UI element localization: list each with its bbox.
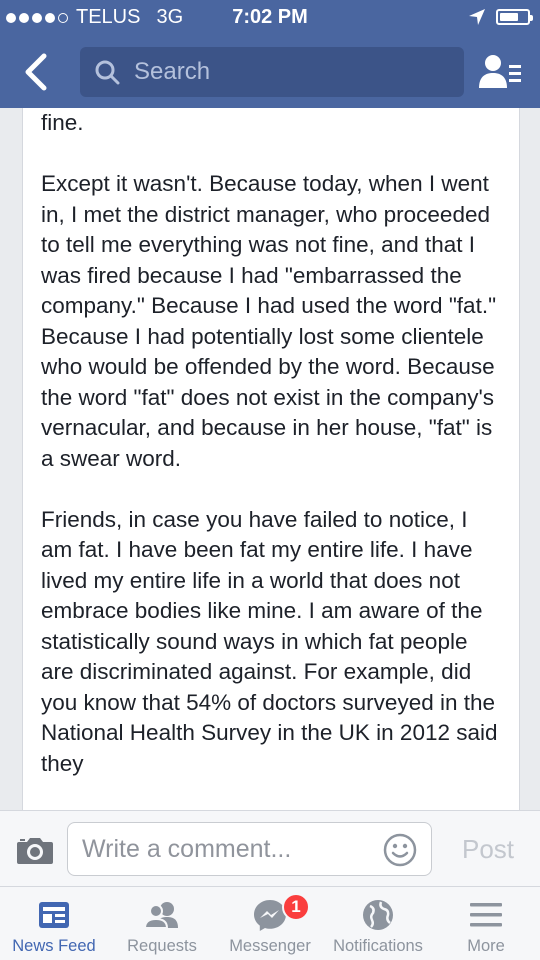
tab-messenger[interactable]: 1 Messenger (216, 887, 324, 960)
facebook-app: TELUS 3G 7:02 PM Search fine. Except it … (0, 0, 540, 960)
search-bar[interactable] (80, 47, 464, 97)
camera-icon[interactable] (16, 835, 54, 865)
post-text: fine. Except it wasn't. Because today, w… (23, 108, 519, 779)
smiley-icon[interactable] (383, 833, 417, 867)
location-arrow-icon (469, 9, 485, 25)
notification-badge: 1 (282, 893, 310, 921)
tab-label: More (467, 937, 505, 955)
clock: 7:02 PM (232, 6, 308, 28)
tab-label: Notifications (333, 937, 423, 955)
status-bar: TELUS 3G 7:02 PM (0, 0, 540, 36)
friends-list-icon[interactable] (478, 52, 522, 92)
status-icons (468, 8, 533, 26)
friend-requests-icon (142, 897, 182, 933)
post-paragraph: Friends, in case you have failed to noti… (41, 506, 498, 776)
tab-more[interactable]: More (432, 887, 540, 960)
globe-icon (358, 897, 398, 933)
post-paragraph: fine. (41, 110, 84, 135)
top-bar: TELUS 3G 7:02 PM (0, 0, 540, 108)
battery-icon (496, 9, 533, 25)
menu-icon (466, 897, 506, 933)
tab-notifications[interactable]: Notifications (324, 887, 432, 960)
post-body: fine. Except it wasn't. Because today, w… (22, 108, 520, 810)
tab-requests[interactable]: Requests (108, 887, 216, 960)
comment-input[interactable] (82, 833, 372, 865)
tab-label: Requests (127, 937, 197, 955)
nav-row (0, 44, 540, 100)
chevron-left-icon[interactable] (14, 50, 58, 94)
post-paragraph: Except it wasn't. Because today, when I … (41, 171, 497, 471)
tab-label: News Feed (12, 937, 96, 955)
bottom-tab-bar: News Feed Requests 1 Messenger Notificat… (0, 886, 540, 960)
tab-news-feed[interactable]: News Feed (0, 887, 108, 960)
news-feed-icon (34, 897, 74, 933)
comment-field[interactable] (67, 822, 432, 876)
post-comment-button[interactable]: Post (452, 831, 524, 867)
search-icon (95, 60, 120, 85)
comment-composer: Post (0, 810, 540, 886)
tab-label: Messenger (229, 937, 311, 955)
search-input[interactable] (134, 58, 434, 86)
